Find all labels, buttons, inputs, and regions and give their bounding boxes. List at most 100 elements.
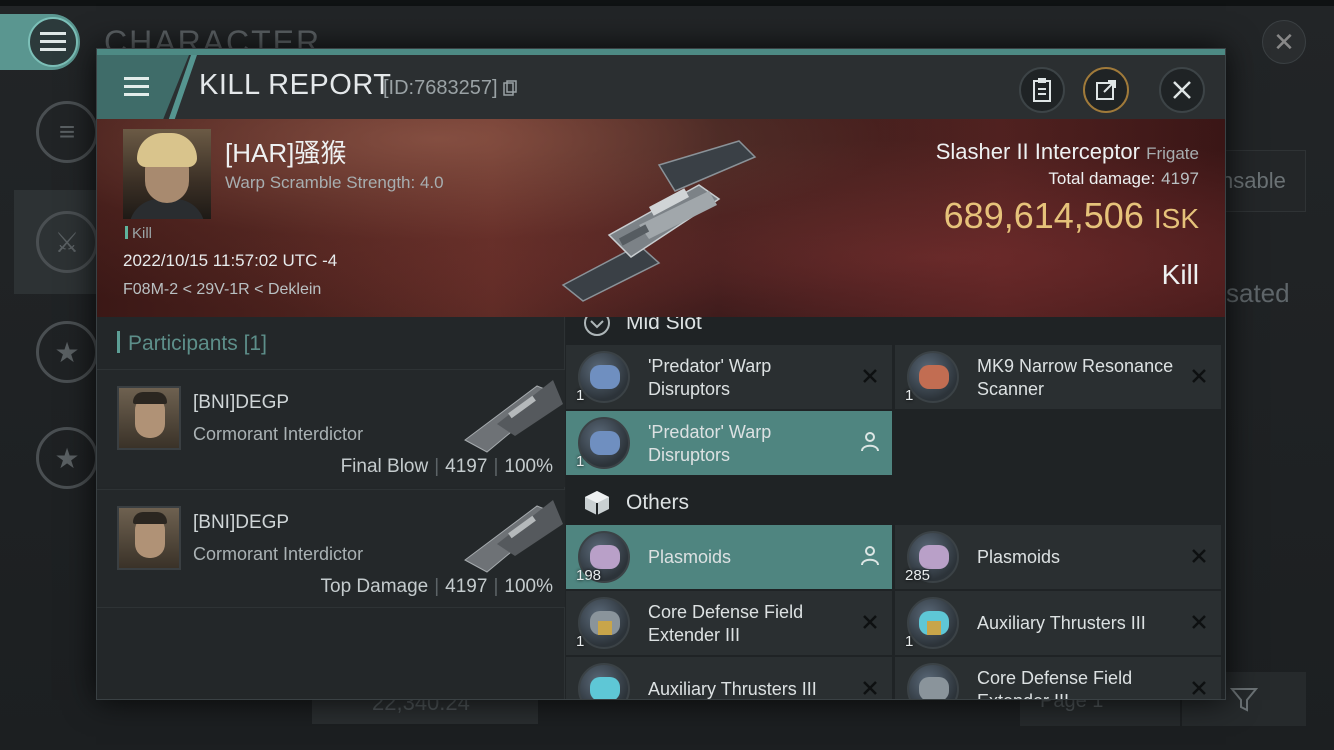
background-text: sated	[1226, 278, 1290, 308]
item-quantity: 1	[905, 633, 914, 650]
fitting-button[interactable]	[1019, 67, 1065, 113]
item-name: Core Defense Field Extender III	[977, 668, 1133, 699]
kill-location[interactable]: F08M-2 < 29V-1R < Deklein	[123, 281, 321, 299]
ship-name-text: Slasher II Interceptor	[935, 139, 1140, 164]
section-mid-slot: Mid Slot	[566, 317, 1225, 343]
destroyed-icon	[1189, 546, 1209, 566]
modal-header: KILL REPORT [ID:7683257]	[97, 55, 1225, 119]
item-quantity: 1	[576, 453, 585, 470]
item-other-5[interactable]: Core Defense Field Extender III	[895, 657, 1221, 699]
kill-tag-text: Kill	[132, 225, 153, 242]
destroyed-icon	[860, 366, 880, 386]
isk-unit: ISK	[1153, 203, 1199, 234]
victim-name[interactable]: [HAR]骚猴	[225, 133, 346, 170]
participant-percent: 100%	[504, 456, 553, 477]
destroyed-icon	[860, 612, 880, 632]
section-label: Mid Slot	[626, 317, 702, 334]
item-mid-2[interactable]: 1 'Predator' Warp Disruptors	[566, 411, 892, 475]
list-icon: ≡	[36, 101, 98, 163]
copy-icon[interactable]	[503, 80, 517, 96]
item-quantity: 1	[905, 387, 914, 404]
section-others: Others	[566, 483, 1225, 523]
participant-role: Top Damage	[320, 576, 429, 597]
victim-ship[interactable]: Slasher II Interceptor Frigate	[936, 139, 1199, 165]
total-damage-label: Total damage:	[1048, 169, 1156, 188]
background-close-icon[interactable]: ✕	[1262, 20, 1306, 64]
share-icon	[1096, 80, 1116, 100]
kill-id[interactable]: [ID:7683257]	[383, 77, 517, 100]
participant-ship: Cormorant Interdictor	[193, 544, 364, 564]
items-panel: Mid Slot 1 'Predator' Warp Disruptors 1 …	[566, 317, 1225, 699]
item-name: Core Defense Field Extender III	[648, 602, 804, 645]
item-name: Plasmoids	[648, 547, 732, 567]
isk-value: 689,614,506 ISK	[944, 195, 1199, 237]
tier-icon	[598, 621, 612, 635]
clipboard-icon	[1033, 78, 1051, 102]
item-other-3[interactable]: 1 Auxiliary Thrusters III	[895, 591, 1221, 655]
participants-panel: Participants [1] [BNI]DEGP Cormorant Int…	[97, 317, 565, 699]
item-name: 'Predator' Warp Disruptors	[648, 356, 772, 399]
item-quantity: 1	[576, 633, 585, 650]
item-quantity: 1	[576, 387, 585, 404]
victim-avatar[interactable]	[123, 129, 211, 219]
total-damage: Total damage: 4197	[1048, 169, 1199, 189]
page-title: KILL REPORT	[199, 69, 392, 101]
participant-percent: 100%	[504, 576, 553, 597]
section-label: Others	[626, 491, 690, 514]
item-other-2[interactable]: 1 Core Defense Field Extender III	[566, 591, 892, 655]
share-button[interactable]	[1083, 67, 1129, 113]
warp-disruptor-icon	[578, 417, 630, 469]
close-button[interactable]	[1159, 67, 1205, 113]
participant-stats: Final Blow | 4197 | 100%	[340, 456, 553, 477]
participant-role: Final Blow	[340, 456, 429, 477]
kill-date: 2022/10/15 11:57:02 UTC -4	[123, 251, 338, 270]
destroyed-icon	[1189, 612, 1209, 632]
participant-row[interactable]: [BNI]DEGP Cormorant Interdictor Top Dama…	[97, 489, 565, 607]
tier-icon	[927, 621, 941, 635]
menu-icon	[119, 77, 149, 96]
destroyed-icon	[1189, 366, 1209, 386]
participant-name: [BNI]DEGP	[193, 392, 290, 413]
participant-avatar	[117, 386, 181, 450]
item-other-0[interactable]: 198 Plasmoids	[566, 525, 892, 589]
destroyed-icon	[860, 678, 880, 698]
star-badge-icon: ★	[36, 321, 98, 383]
item-mid-1[interactable]: 1 MK9 Narrow Resonance Scanner	[895, 345, 1221, 409]
participant-damage: 4197	[445, 576, 488, 597]
participant-ship-image	[464, 380, 563, 453]
item-name: 'Predator' Warp Disruptors	[648, 422, 772, 465]
ship-class: Frigate	[1146, 144, 1199, 163]
participant-ship: Cormorant Interdictor	[193, 424, 364, 444]
participant-row[interactable]: [BNI]DEGP Cormorant Interdictor Final Bl…	[97, 369, 565, 487]
victim-ship-image	[561, 140, 757, 302]
participants-divider	[97, 607, 565, 608]
dropped-person-icon	[860, 545, 880, 567]
participant-damage: 4197	[445, 456, 488, 477]
item-name: Auxiliary Thrusters III	[977, 613, 1146, 633]
isk-amount: 689,614,506	[943, 195, 1144, 236]
total-damage-value: 4197	[1161, 169, 1199, 188]
item-mid-0[interactable]: 1 'Predator' Warp Disruptors	[566, 345, 892, 409]
item-other-4[interactable]: Auxiliary Thrusters III	[566, 657, 892, 699]
star-icon: ★	[36, 427, 98, 489]
cube-icon	[582, 488, 612, 518]
main-menu-button[interactable]	[0, 14, 80, 70]
mid-slot-icon	[582, 317, 612, 338]
shield-extender-icon	[907, 663, 959, 699]
warp-disruptor-icon	[578, 351, 630, 403]
kill-report-modal: KILL REPORT [ID:7683257] [HAR]骚猴 Warp Sc…	[96, 48, 1226, 700]
participant-avatar	[117, 506, 181, 570]
participants-count: [1]	[243, 332, 267, 355]
crossed-swords-icon: ⚔	[36, 211, 98, 273]
close-icon	[1173, 81, 1191, 99]
participants-label: Participants	[128, 332, 238, 355]
destroyed-icon	[1189, 678, 1209, 698]
item-name: Auxiliary Thrusters III	[648, 679, 817, 699]
victim-banner: [HAR]骚猴 Warp Scramble Strength: 4.0 Kill…	[97, 119, 1225, 317]
item-quantity: 198	[576, 567, 602, 584]
kill-tag: Kill	[125, 225, 152, 242]
item-other-1[interactable]: 285 Plasmoids	[895, 525, 1221, 589]
item-name: Plasmoids	[977, 547, 1061, 567]
scanner-icon	[907, 351, 959, 403]
thruster-icon	[578, 663, 630, 699]
